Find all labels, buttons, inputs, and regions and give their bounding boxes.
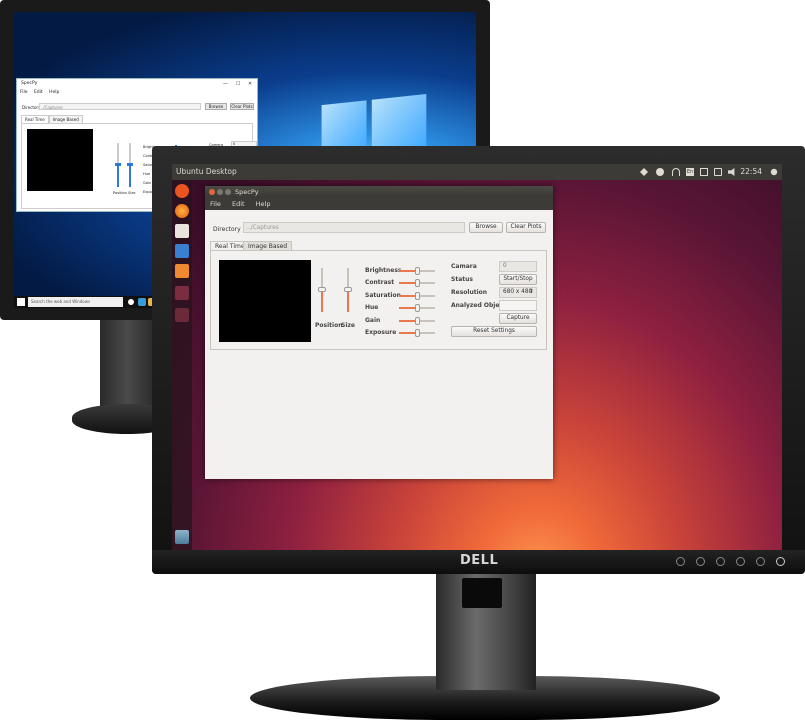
resolution-select[interactable]: 680 x 480 ⇕ [499,287,537,298]
browse-button[interactable]: Browse [469,222,503,233]
cloud-icon[interactable] [656,168,664,176]
directory-label: Directory [22,105,41,110]
session-gear-icon[interactable] [770,168,778,176]
software-center-icon[interactable] [175,264,189,278]
menu-help[interactable]: Help [256,200,271,208]
browse-button[interactable]: Browse [205,103,227,110]
minimize-button[interactable]: — [223,81,228,87]
task-view-icon[interactable] [128,299,134,305]
saturation-slider[interactable] [399,292,435,300]
menu-bar: File Edit Help [205,198,553,210]
status-label: Status [451,276,473,283]
size-label: Size [341,322,355,329]
ubuntu-launcher [172,180,192,550]
power-button[interactable] [776,557,785,566]
analyzed-object-field[interactable] [499,300,537,311]
position-slider[interactable] [115,143,121,187]
position-slider[interactable] [318,268,326,312]
monitor-button-4[interactable] [736,557,745,566]
exposure-label: Exposure [365,329,397,336]
close-button[interactable] [209,189,215,195]
position-label: Position [315,322,343,329]
bluetooth-icon[interactable] [700,168,708,176]
monitor-button-5[interactable] [756,557,765,566]
dell-logo: DELL [460,553,499,568]
ubuntu-top-bar: Ubuntu Desktop En 22:54 [172,164,782,180]
back-monitor-stand-neck [100,318,155,413]
menu-help[interactable]: Help [49,90,59,95]
gain-slider[interactable] [399,317,435,325]
window-title: SpecPy [21,81,38,86]
clear-plots-button[interactable]: Clear Plots [506,222,546,233]
menu-file[interactable]: File [210,200,221,208]
gain-label: Gain [143,181,152,185]
menu-edit[interactable]: Edit [232,200,245,208]
minimize-button[interactable] [217,189,223,195]
hue-slider[interactable] [399,304,435,312]
start-stop-button[interactable]: Start/Stop [499,274,537,285]
size-slider[interactable] [127,143,133,187]
monitor-button-3[interactable] [716,557,725,566]
windows-start-icon[interactable] [17,298,25,306]
reset-settings-button[interactable]: Reset Settings [451,326,537,337]
firefox-icon[interactable] [175,204,189,218]
directory-field[interactable]: ../Captures [243,222,465,233]
camera-preview [219,260,311,342]
hue-label: Hue [365,304,379,311]
camera-preview [27,129,93,191]
wifi-icon[interactable] [672,168,680,176]
ubuntu-desktop: Ubuntu Desktop En 22:54 SpecPy File Edit… [172,164,782,550]
keyboard-layout-indicator[interactable]: En [686,168,694,176]
stand-cable-hole [462,578,502,608]
clock[interactable]: 22:54 [740,164,762,180]
desktop-title: Ubuntu Desktop [176,167,237,176]
volume-icon[interactable] [728,168,735,176]
brightness-slider[interactable] [399,267,435,275]
dropbox-icon[interactable] [640,168,648,176]
capture-button[interactable]: Capture [499,313,537,324]
size-slider[interactable] [344,268,352,312]
directory-label: Directory [213,226,241,233]
position-size-label: Position Size [113,191,136,195]
ubuntu-dash-icon[interactable] [175,184,189,198]
monitor-button-1[interactable] [676,557,685,566]
resolution-label: Resolution [451,289,488,296]
exposure-slider[interactable] [399,329,435,337]
monitor-button-2[interactable] [696,557,705,566]
analyzed-object-label: Analyzed Object [451,302,506,309]
files-icon[interactable] [175,224,189,238]
gain-label: Gain [365,317,381,324]
ubuntu-window-titlebar: SpecPy [205,186,553,198]
camera-label: Camara [451,263,477,270]
system-settings-icon[interactable] [175,286,189,300]
saturation-label: Saturation [365,292,401,299]
battery-icon[interactable] [714,168,722,176]
maximize-button[interactable]: ☐ [236,81,240,87]
workspace-icon[interactable] [175,308,189,322]
contrast-label: Contrast [365,279,395,286]
menu-file[interactable]: File [20,90,28,95]
edge-icon[interactable] [138,298,146,306]
taskbar-search-input[interactable]: Search the web and Windows [28,297,123,307]
menu-edit[interactable]: Edit [34,90,43,95]
hue-label: Hue [143,172,151,176]
menu-bar: File Edit Help [17,89,257,97]
close-button[interactable]: ✕ [248,81,252,87]
directory-field[interactable]: ./Captures [39,103,201,110]
contrast-slider[interactable] [399,279,435,287]
specpy-window-ubuntu: SpecPy File Edit Help Directory ../Captu… [205,186,553,479]
window-title: SpecPy [235,188,259,196]
trash-icon[interactable] [175,530,189,544]
tab-bar: Real Time Image Based [21,115,83,124]
writer-icon[interactable] [175,244,189,258]
maximize-button[interactable] [225,189,231,195]
camera-field[interactable]: 0 [499,261,537,272]
spin-arrows-icon: ⇕ [529,289,534,295]
clear-plots-button[interactable]: Clear Plots [230,103,254,110]
resolution-value: 680 x 480 [503,289,533,295]
brightness-label: Brightness [365,267,402,274]
